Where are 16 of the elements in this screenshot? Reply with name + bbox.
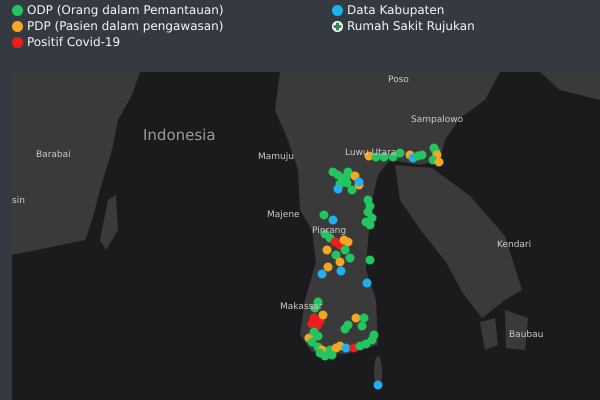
- place-label: Kendari: [497, 240, 532, 251]
- place-label: Luwu Utara: [345, 148, 396, 159]
- place-label: Baubau: [509, 330, 544, 341]
- legend-label: PDP (Pasien dalam pengawasan): [27, 18, 224, 34]
- place-label: Pinrang: [312, 226, 346, 237]
- legend-label: Data Kabupaten: [347, 2, 444, 18]
- legend-label: ODP (Orang dalam Pemantauan): [27, 2, 224, 18]
- legend-label: Rumah Sakit Rujukan: [347, 18, 475, 34]
- place-label: Mamuju: [258, 152, 294, 163]
- place-label: Majene: [267, 210, 300, 221]
- place-label: Sampalowo: [411, 115, 464, 126]
- place-label: Poso: [388, 75, 409, 86]
- place-label: Barabai: [36, 150, 71, 161]
- legend-label: Positif Covid-19: [27, 34, 120, 50]
- place-label: sin: [12, 196, 25, 207]
- country-label: Indonesia: [143, 125, 216, 146]
